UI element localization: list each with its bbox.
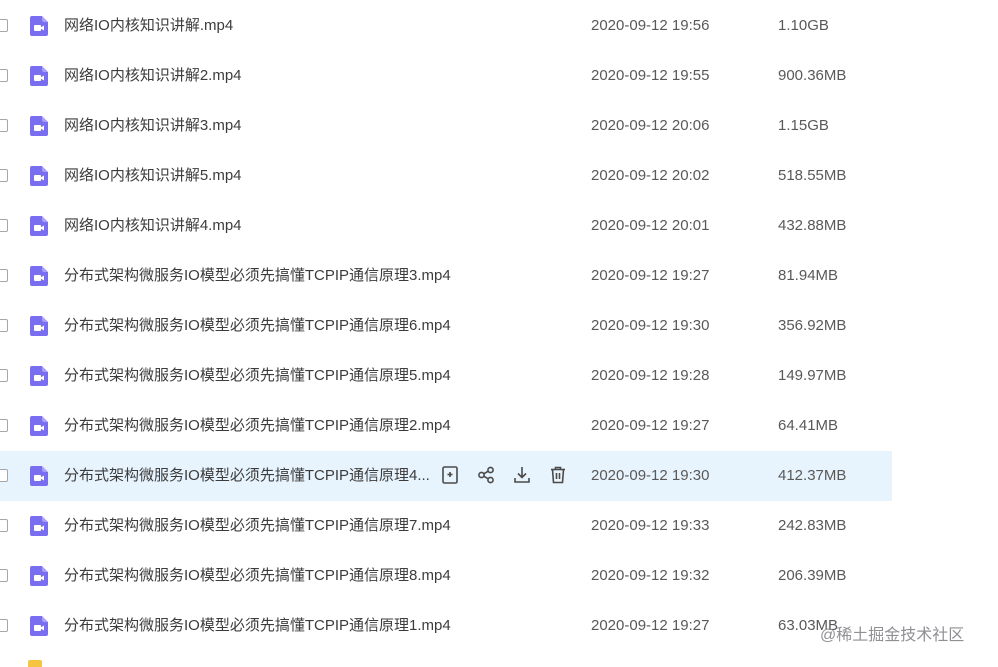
file-row[interactable]: 分布式架构微服务IO模型必须先搞懂TCPIP通信原理6.mp4 2020-09-1…: [0, 301, 892, 351]
file-row[interactable]: 分布式架构微服务IO模型必须先搞懂TCPIP通信原理4... 2020-09-12…: [0, 451, 892, 501]
file-modified-date: 2020-09-12 20:02: [591, 167, 710, 184]
file-name[interactable]: 网络IO内核知识讲解5.mp4: [64, 167, 242, 185]
file-size: 1.15GB: [778, 117, 829, 134]
file-name[interactable]: 网络IO内核知识讲解4.mp4: [64, 217, 242, 235]
file-size: 432.88MB: [778, 217, 847, 234]
video-file-icon: [28, 315, 50, 337]
file-modified-date: 2020-09-12 19:27: [591, 417, 710, 434]
file-name[interactable]: 网络IO内核知识讲解2.mp4: [64, 67, 242, 85]
file-size: 149.97MB: [778, 367, 847, 384]
video-file-icon: [28, 515, 50, 537]
row-checkbox[interactable]: [0, 69, 8, 82]
file-size: 81.94MB: [778, 267, 839, 284]
file-name[interactable]: 分布式架构微服务IO模型必须先搞懂TCPIP通信原理8.mp4: [64, 567, 451, 585]
file-size: 900.36MB: [778, 67, 847, 84]
file-size: 1.10GB: [778, 17, 829, 34]
file-size: 518.55MB: [778, 167, 847, 184]
row-checkbox[interactable]: [0, 369, 8, 382]
download-icon[interactable]: [512, 464, 532, 486]
row-checkbox[interactable]: [0, 319, 8, 332]
file-name[interactable]: 分布式架构微服务IO模型必须先搞懂TCPIP通信原理7.mp4: [64, 517, 451, 535]
video-file-icon: [28, 265, 50, 287]
file-row[interactable]: 分布式架构微服务IO模型必须先搞懂TCPIP通信原理5.mp4 2020-09-1…: [0, 351, 892, 401]
row-checkbox[interactable]: [0, 19, 8, 32]
file-size: 242.83MB: [778, 517, 847, 534]
file-row[interactable]: 网络IO内核知识讲解5.mp4 2020-09-12 20:02 518.55MB: [0, 151, 892, 201]
file-modified-date: 2020-09-12 19:30: [591, 467, 710, 484]
file-name[interactable]: 分布式架构微服务IO模型必须先搞懂TCPIP通信原理4...: [64, 467, 430, 485]
row-checkbox[interactable]: [0, 569, 8, 582]
file-modified-date: 2020-09-12 19:28: [591, 367, 710, 384]
file-row[interactable]: 分布式架构微服务IO模型必须先搞懂TCPIP通信原理1.mp4 2020-09-1…: [0, 601, 892, 651]
video-file-icon: [28, 415, 50, 437]
file-list: 网络IO内核知识讲解.mp4 2020-09-12 19:56 1.10GB 网络IO…: [0, 0, 998, 667]
file-row[interactable]: 网络IO内核知识讲解.mp4 2020-09-12 19:56 1.10GB: [0, 1, 892, 51]
file-modified-date: 2020-09-12 19:32: [591, 567, 710, 584]
video-file-icon: [28, 115, 50, 137]
file-modified-date: 2020-09-12 19:55: [591, 67, 710, 84]
file-size: 412.37MB: [778, 467, 847, 484]
file-row[interactable]: 网络IO内核知识讲解2.mp4 2020-09-12 19:55 900.36MB: [0, 51, 892, 101]
row-checkbox[interactable]: [0, 469, 8, 482]
file-row[interactable]: 网络IO内核知识讲解4.mp4 2020-09-12 20:01 432.88MB: [0, 201, 892, 251]
file-name[interactable]: 网络IO内核知识讲解3.mp4: [64, 117, 242, 135]
file-size: 64.41MB: [778, 417, 839, 434]
video-file-icon: [28, 565, 50, 587]
file-size: 356.92MB: [778, 317, 847, 334]
file-modified-date: 2020-09-12 19:27: [591, 267, 710, 284]
file-name[interactable]: 分布式架构微服务IO模型必须先搞懂TCPIP通信原理1.mp4: [64, 617, 451, 635]
file-modified-date: 2020-09-12 19:56: [591, 17, 710, 34]
video-file-icon: [28, 215, 50, 237]
file-row[interactable]: 网络IO内核知识讲解3.mp4 2020-09-12 20:06 1.15GB: [0, 101, 892, 151]
video-file-icon: [28, 165, 50, 187]
video-file-icon: [28, 65, 50, 87]
row-checkbox[interactable]: [0, 119, 8, 132]
file-row[interactable]: 分布式架构微服务IO模型必须先搞懂TCPIP通信原理7.mp4 2020-09-1…: [0, 501, 892, 551]
delete-icon[interactable]: [548, 464, 568, 486]
file-name[interactable]: 分布式架构微服务IO模型必须先搞懂TCPIP通信原理5.mp4: [64, 367, 451, 385]
video-file-icon: [28, 465, 50, 487]
row-checkbox[interactable]: [0, 619, 8, 632]
row-checkbox[interactable]: [0, 219, 8, 232]
file-modified-date: 2020-09-12 19:30: [591, 317, 710, 334]
file-row[interactable]: 分布式架构微服务IO模型必须先搞懂TCPIP通信原理8.mp4 2020-09-1…: [0, 551, 892, 601]
watermark: @稀土掘金技术社区: [820, 627, 965, 644]
file-name[interactable]: 分布式架构微服务IO模型必须先搞懂TCPIP通信原理2.mp4: [64, 417, 451, 435]
row-checkbox[interactable]: [0, 519, 8, 532]
file-size: 206.39MB: [778, 567, 847, 584]
folder-icon[interactable]: [28, 660, 42, 667]
video-file-icon: [28, 15, 50, 37]
file-row[interactable]: 分布式架构微服务IO模型必须先搞懂TCPIP通信原理3.mp4 2020-09-1…: [0, 251, 892, 301]
file-row[interactable]: 分布式架构微服务IO模型必须先搞懂TCPIP通信原理2.mp4 2020-09-1…: [0, 401, 892, 451]
video-file-icon: [28, 365, 50, 387]
row-actions: [440, 464, 568, 486]
file-modified-date: 2020-09-12 20:01: [591, 217, 710, 234]
video-file-icon: [28, 615, 50, 637]
row-checkbox[interactable]: [0, 419, 8, 432]
file-modified-date: 2020-09-12 19:33: [591, 517, 710, 534]
file-modified-date: 2020-09-12 19:27: [591, 617, 710, 634]
share-icon[interactable]: [476, 464, 496, 486]
file-modified-date: 2020-09-12 20:06: [591, 117, 710, 134]
row-checkbox[interactable]: [0, 269, 8, 282]
row-checkbox[interactable]: [0, 169, 8, 182]
file-name[interactable]: 分布式架构微服务IO模型必须先搞懂TCPIP通信原理6.mp4: [64, 317, 451, 335]
file-name[interactable]: 分布式架构微服务IO模型必须先搞懂TCPIP通信原理3.mp4: [64, 267, 451, 285]
file-name[interactable]: 网络IO内核知识讲解.mp4: [64, 17, 233, 35]
save-to-device-icon[interactable]: [440, 464, 460, 486]
